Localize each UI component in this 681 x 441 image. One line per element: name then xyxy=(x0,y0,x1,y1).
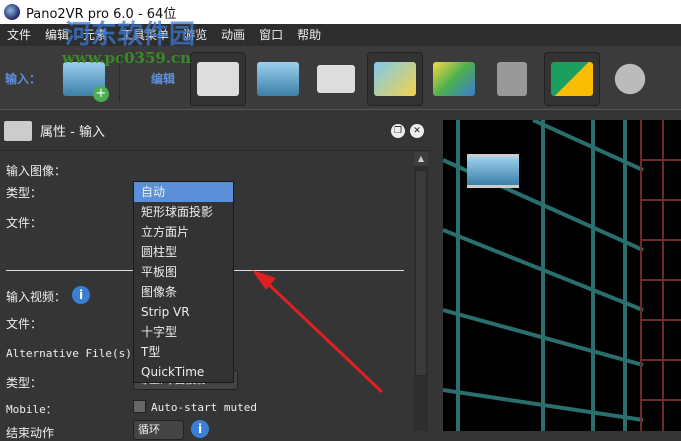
annotation-arrow xyxy=(252,270,384,394)
